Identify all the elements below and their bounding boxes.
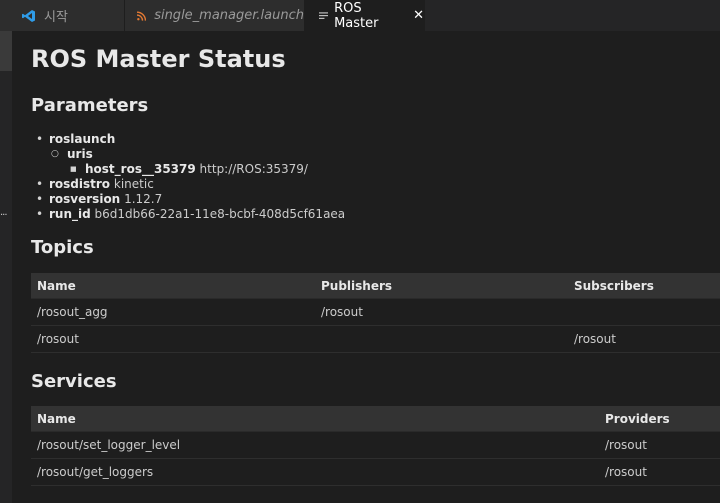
list-item: run_id b6d1db66-22a1-11e8-bcbf-408d5cf61… xyxy=(31,207,345,222)
services-table: Name Providers /rosout/set_logger_level … xyxy=(31,406,720,486)
param-key: roslaunch xyxy=(49,132,116,146)
vscode-icon xyxy=(22,9,35,22)
column-header: Name xyxy=(31,273,315,299)
table-cell xyxy=(568,298,720,326)
tab-label: ROS Master xyxy=(334,0,379,31)
column-header: Subscribers xyxy=(568,273,720,299)
table-cell: /rosout xyxy=(31,325,315,353)
param-key: uris xyxy=(67,147,93,161)
left-gutter: ... xyxy=(0,31,12,503)
table-header-row: Name Providers xyxy=(31,406,720,432)
tab-ros-master[interactable]: ROS Master ✕ xyxy=(305,0,425,31)
services-heading: Services xyxy=(31,371,117,392)
topics-heading: Topics xyxy=(31,237,94,258)
table-cell: /rosout xyxy=(315,298,568,326)
preview-content: ROS Master Status Parameters roslaunch u… xyxy=(31,31,720,503)
param-key: rosdistro xyxy=(49,177,111,191)
parameters-heading: Parameters xyxy=(31,95,149,116)
table-cell: /rosout xyxy=(599,431,720,459)
list-item: roslaunch uris host_ros__35379 http://RO… xyxy=(31,132,345,177)
table-cell: /rosout/set_logger_level xyxy=(31,431,599,459)
list-item: uris host_ros__35379 http://ROS:35379/ xyxy=(49,147,345,177)
list-item: rosdistro kinetic xyxy=(31,177,345,192)
tab-welcome[interactable]: 시작 xyxy=(0,0,125,31)
param-value: b6d1db66-22a1-11e8-bcbf-408d5cf61aea xyxy=(94,207,346,221)
param-key: rosversion xyxy=(49,192,121,206)
topics-table: Name Publishers Subscribers /rosout_agg … xyxy=(31,273,720,353)
close-icon[interactable]: ✕ xyxy=(413,8,424,23)
param-key: run_id xyxy=(49,207,91,221)
column-header: Providers xyxy=(599,406,720,432)
preview-icon xyxy=(319,11,329,19)
column-header: Name xyxy=(31,406,599,432)
table-header-row: Name Publishers Subscribers xyxy=(31,273,720,299)
table-row: /rosout_agg /rosout xyxy=(31,298,720,326)
tab-bar-empty xyxy=(425,0,720,31)
table-cell: /rosout xyxy=(568,325,720,353)
page-title: ROS Master Status xyxy=(31,45,286,73)
table-cell: /rosout xyxy=(599,458,720,486)
table-cell xyxy=(315,325,568,353)
column-header: Publishers xyxy=(315,273,568,299)
tab-single-manager-launch[interactable]: single_manager.launch xyxy=(125,0,305,31)
param-value: 1.12.7 xyxy=(124,192,163,206)
table-row: /rosout/get_loggers /rosout xyxy=(31,458,720,486)
param-value: kinetic xyxy=(113,177,154,191)
gutter-dots: ... xyxy=(0,207,7,218)
param-key: host_ros__35379 xyxy=(85,162,196,176)
table-row: /rosout/set_logger_level /rosout xyxy=(31,431,720,459)
list-item: host_ros__35379 http://ROS:35379/ xyxy=(67,162,345,177)
table-cell: /rosout_agg xyxy=(31,298,315,326)
tab-bar: 시작 single_manager.launch ROS Master ✕ xyxy=(0,0,720,31)
tab-label: 시작 xyxy=(44,10,68,25)
parameters-list: roslaunch uris host_ros__35379 http://RO… xyxy=(31,132,345,222)
table-cell: /rosout/get_loggers xyxy=(31,458,599,486)
param-value: http://ROS:35379/ xyxy=(199,162,308,176)
rss-icon xyxy=(137,10,147,21)
list-item: rosversion 1.12.7 xyxy=(31,192,345,207)
tab-label: single_manager.launch xyxy=(154,8,304,23)
scroll-thumb[interactable] xyxy=(0,31,12,71)
table-row: /rosout /rosout xyxy=(31,325,720,353)
